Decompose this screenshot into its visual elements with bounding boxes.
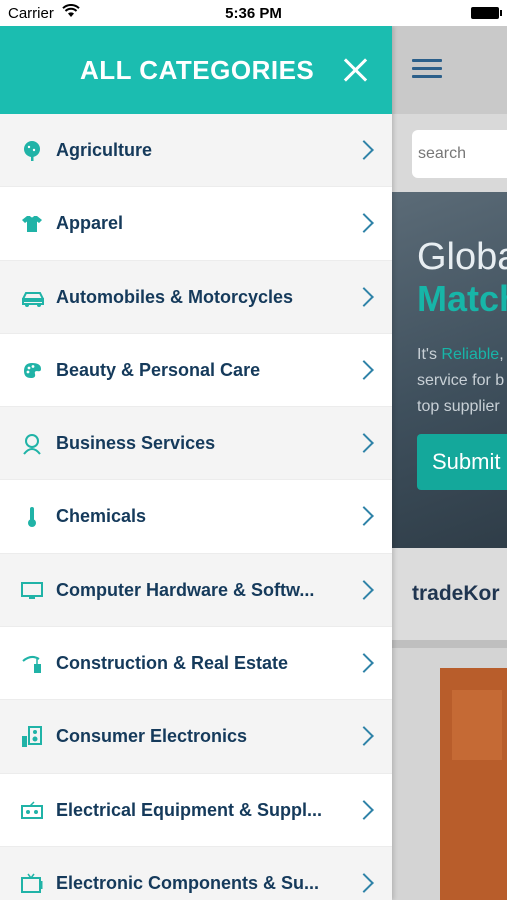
chevron-right-icon [354, 140, 374, 160]
category-drawer: ALL CATEGORIES Agriculture Apparel Automob… [0, 26, 392, 900]
category-label: Apparel [56, 213, 124, 234]
category-item[interactable]: Beauty & Personal Care [0, 334, 392, 408]
person-icon [21, 433, 43, 455]
close-icon[interactable] [343, 58, 367, 82]
brand-section: tradeKor [392, 548, 507, 640]
category-item[interactable]: Electronic Components & Su... [0, 846, 392, 900]
category-label: Automobiles & Motorcycles [56, 286, 294, 307]
chevron-right-icon [354, 873, 374, 893]
category-item[interactable]: Business Services [0, 407, 392, 481]
category-label: Electronic Components & Su... [56, 872, 320, 893]
product-image [440, 668, 507, 900]
product-card[interactable] [392, 648, 507, 900]
tv-icon [21, 873, 43, 895]
drawer-header: ALL CATEGORIES [0, 26, 392, 114]
category-item[interactable]: Computer Hardware & Softw... [0, 553, 392, 628]
submit-button[interactable]: Submit [417, 434, 507, 490]
tree-icon [21, 140, 43, 162]
palette-icon [21, 360, 43, 382]
category-item[interactable]: Automobiles & Motorcycles [0, 260, 392, 334]
category-label: Electrical Equipment & Suppl... [56, 799, 323, 820]
category-item[interactable]: Agriculture [0, 114, 392, 188]
category-item[interactable]: Chemicals [0, 480, 392, 554]
hamburger-menu-icon[interactable] [412, 59, 442, 79]
hero-text: It's Reliable, service for b top supplie… [417, 346, 505, 415]
chevron-right-icon [354, 286, 374, 307]
chevron-right-icon [354, 359, 374, 380]
status-bar: Carrier 5:36 PM [0, 0, 507, 26]
hero-banner: Globa Match It's Reliable, service for b… [392, 192, 507, 548]
status-time: 5:36 PM [225, 5, 282, 22]
section-divider [392, 640, 507, 648]
brand-name: tradeKor [412, 582, 500, 605]
category-item[interactable]: Construction & Real Estate [0, 627, 392, 701]
car-icon [21, 287, 44, 309]
category-item[interactable]: Electrical Equipment & Suppl... [0, 774, 392, 847]
hero-heading: Globa [417, 236, 507, 278]
battery-icon [471, 7, 502, 19]
hero-subheading: Match [417, 278, 507, 319]
radio-icon [21, 800, 43, 822]
speaker-icon [21, 726, 43, 748]
tshirt-icon [21, 213, 43, 235]
thermometer-icon [21, 506, 43, 528]
background-app: search Globa Match It's Reliable, servic… [392, 26, 507, 900]
crane-icon [21, 653, 43, 675]
chevron-right-icon [354, 213, 374, 234]
category-label: Construction & Real Estate [56, 653, 289, 674]
chevron-right-icon [354, 579, 374, 600]
monitor-icon [21, 580, 43, 602]
category-label: Beauty & Personal Care [56, 359, 261, 380]
chevron-right-icon [354, 506, 374, 527]
category-label: Chemicals [56, 506, 147, 527]
category-label: Consumer Electronics [56, 726, 248, 747]
category-label: Computer Hardware & Softw... [56, 579, 315, 600]
app-topbar [392, 26, 507, 114]
category-item[interactable]: Apparel [0, 187, 392, 261]
category-list: Agriculture Apparel Automobiles & Motorcyc… [0, 114, 392, 900]
chevron-right-icon [354, 726, 374, 747]
category-item[interactable]: Consumer Electronics [0, 700, 392, 774]
category-label: Business Services [56, 433, 216, 454]
chevron-right-icon [354, 433, 374, 454]
category-label: Agriculture [56, 140, 153, 160]
chevron-right-icon [354, 799, 374, 820]
chevron-right-icon [354, 653, 374, 673]
search-input[interactable]: search [412, 130, 507, 178]
